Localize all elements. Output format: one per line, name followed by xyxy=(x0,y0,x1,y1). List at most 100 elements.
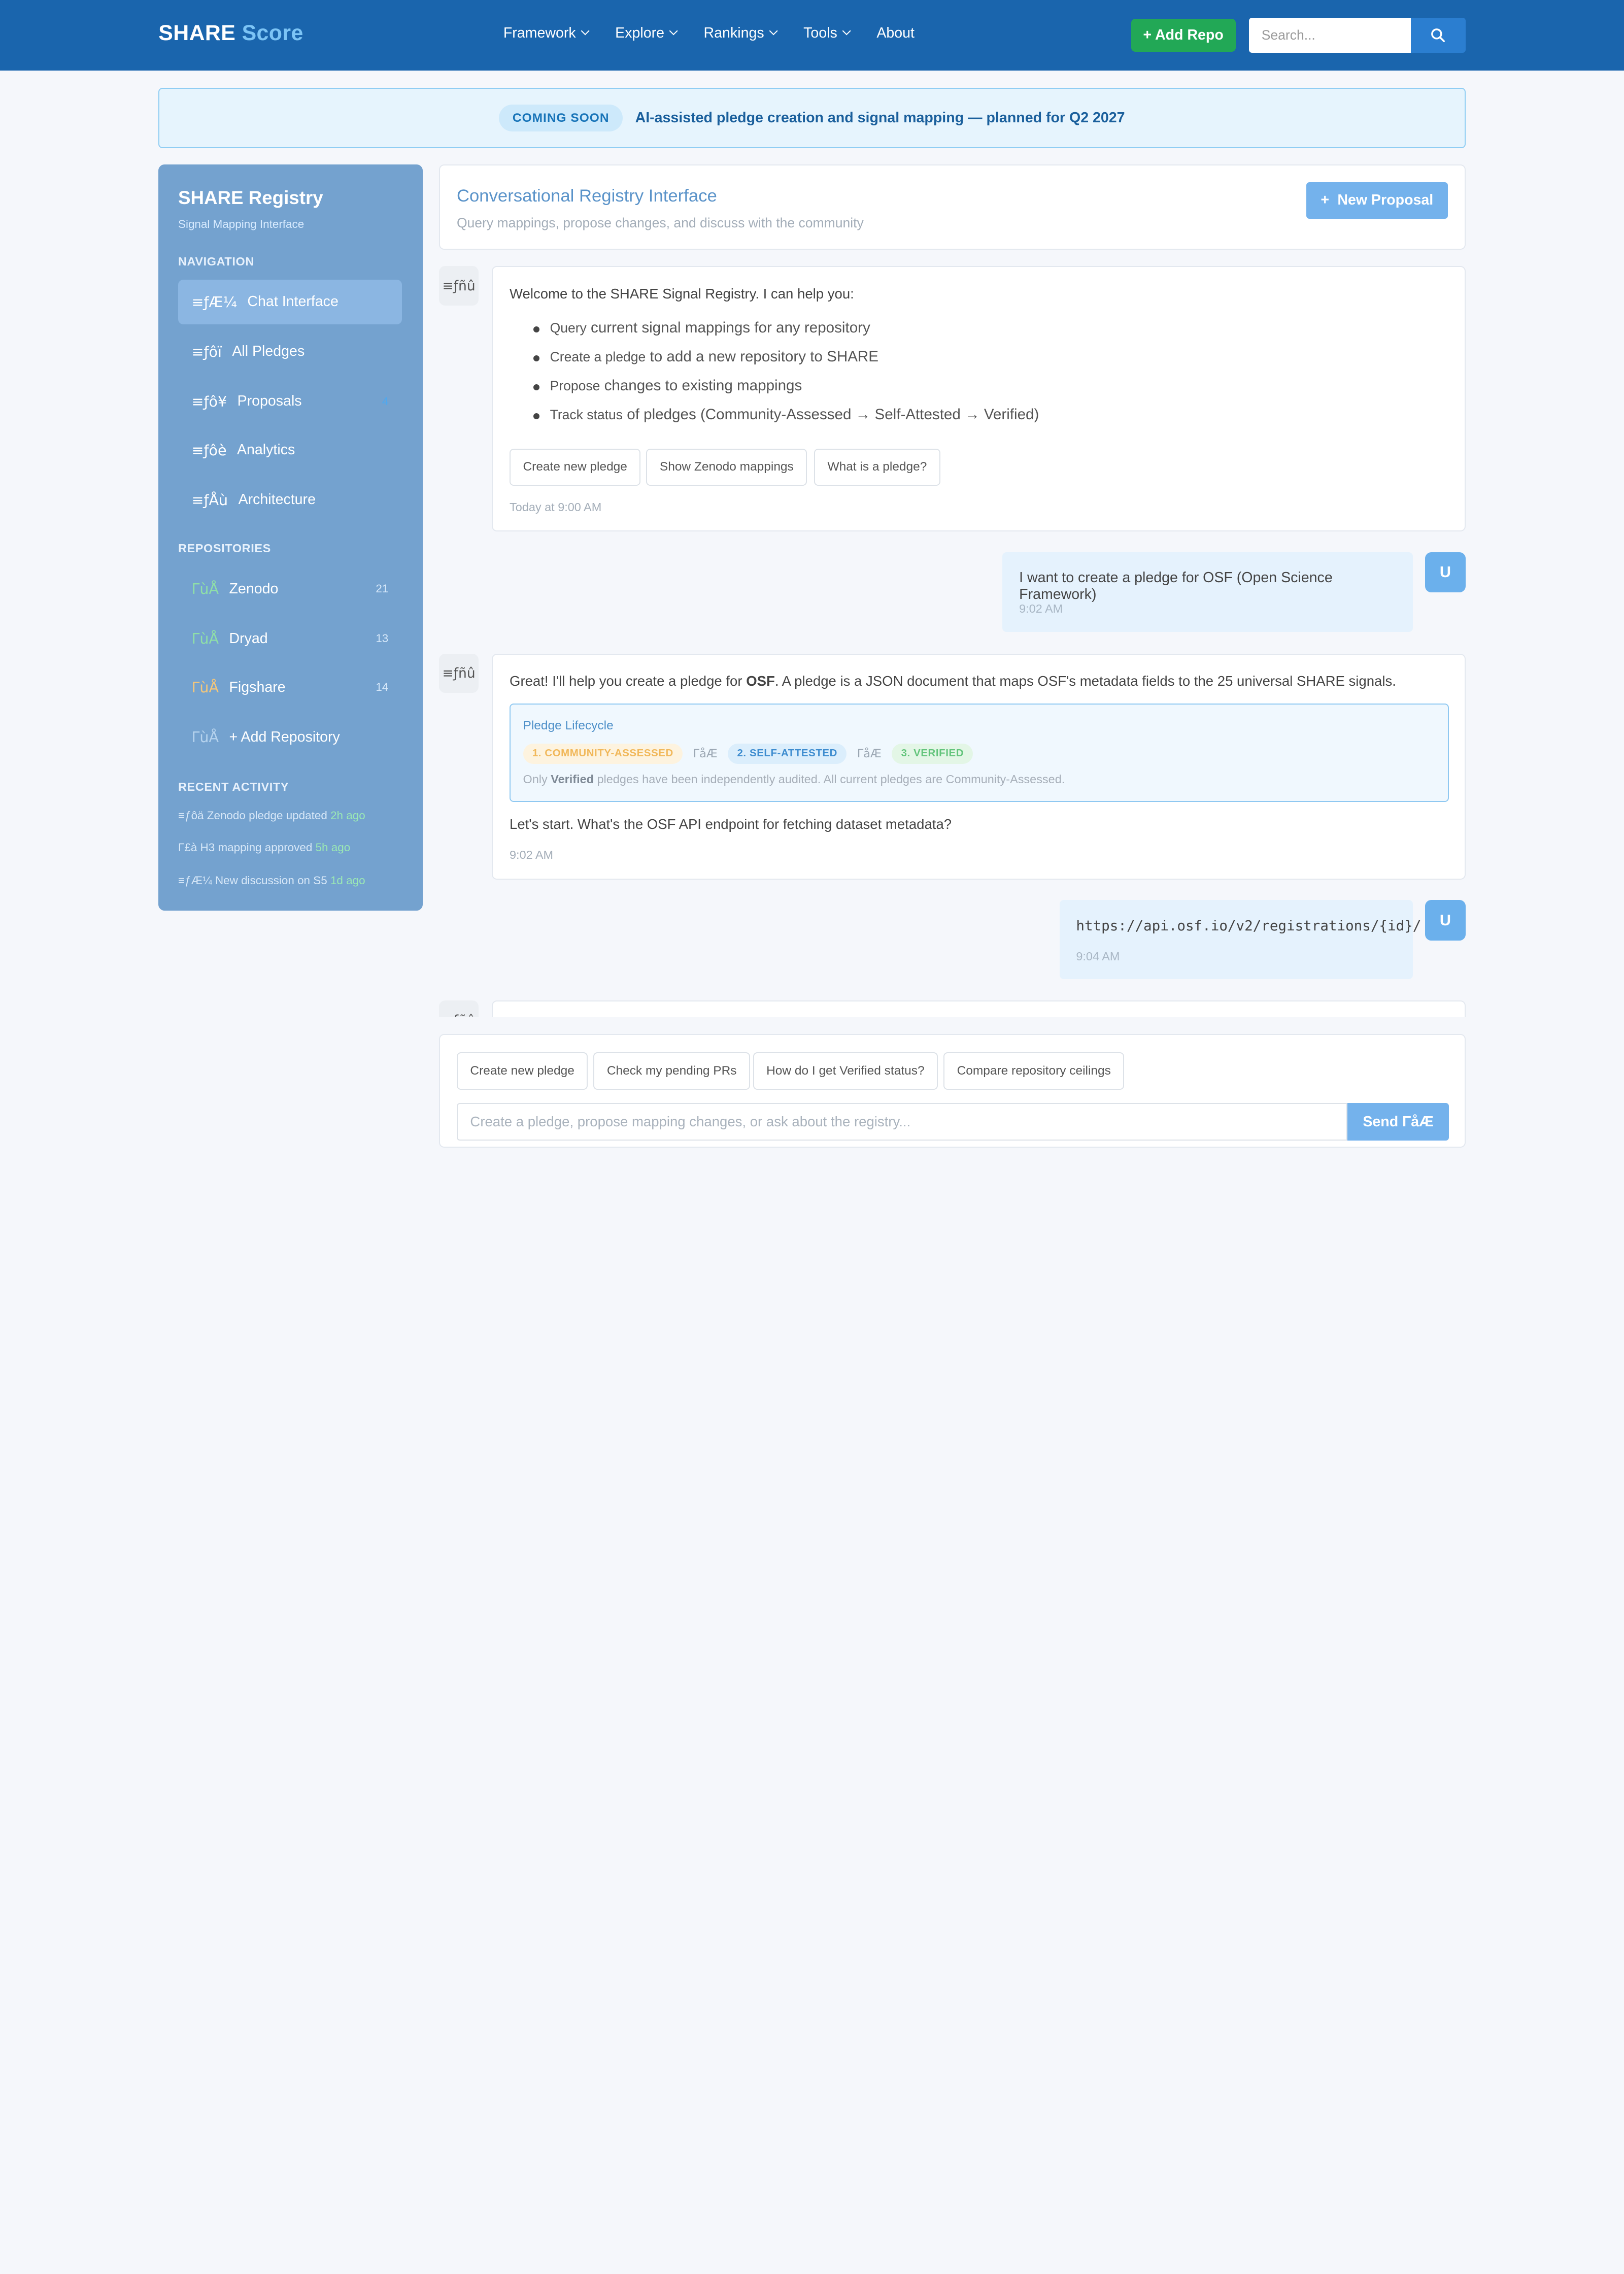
sidebar-item-label: Chat Interface xyxy=(247,293,339,310)
nav-rankings[interactable]: Rankings xyxy=(704,25,778,42)
sidebar-item-label: Proposals xyxy=(237,393,302,410)
lifecycle-note: Only Verified pledges have been independ… xyxy=(523,773,1065,786)
list-item: Propose changes to existing mappings xyxy=(533,377,1039,406)
message-preview: ≡ƒñû xyxy=(439,1000,479,1018)
repositories-heading: REPOSITORIES xyxy=(178,542,271,555)
sidebar-item-proposals[interactable]: ≡ƒô¥ Proposals 4 xyxy=(178,379,402,424)
search-button[interactable] xyxy=(1410,17,1466,53)
activity-item[interactable]: Γ£à H3 mapping approved 5h ago xyxy=(178,841,350,854)
sidebar-subtitle: Signal Mapping Interface xyxy=(178,217,304,230)
nav-label: Framework xyxy=(503,24,576,41)
nav-about[interactable]: About xyxy=(876,25,915,42)
brand-accent: Score xyxy=(242,20,303,45)
status-dot-icon: ΓùÅ xyxy=(191,580,219,598)
avatar: U xyxy=(1425,900,1466,941)
sidebar-item-label: All Pledges xyxy=(232,343,305,360)
page-subtitle: Query mappings, propose changes, and dis… xyxy=(456,215,864,231)
nav-label: Tools xyxy=(803,24,837,41)
quick-action-chip[interactable]: Create new pledge xyxy=(456,1052,588,1090)
suggestion-chip[interactable]: What is a pledge? xyxy=(814,448,940,486)
message-input[interactable] xyxy=(456,1103,1348,1141)
repo-label: Dryad xyxy=(229,630,268,647)
activity-item[interactable]: ≡ƒôä Zenodo pledge updated 2h ago xyxy=(178,809,365,822)
sidebar-item-label: Architecture xyxy=(238,491,316,508)
search-input[interactable] xyxy=(1249,17,1411,53)
status-dot-icon: ΓùÅ xyxy=(191,630,219,648)
status-dot-icon: ΓùÅ xyxy=(191,728,219,746)
sidebar-add-repository[interactable]: ΓùÅ + Add Repository xyxy=(178,715,402,759)
quick-action-chip[interactable]: Compare repository ceilings xyxy=(943,1052,1125,1090)
status-badge: 1. COMMUNITY-ASSESSED xyxy=(523,744,683,764)
activity-time: 1d ago xyxy=(330,874,365,887)
repo-label: + Add Repository xyxy=(229,728,340,745)
bot-message: Welcome to the SHARE Signal Registry. I … xyxy=(492,266,1466,531)
page-title: Conversational Registry Interface xyxy=(456,186,717,206)
plus-icon: + xyxy=(1321,192,1330,209)
status-badge: 2. SELF-ATTESTED xyxy=(728,744,847,764)
suggestion-chip[interactable]: Show Zenodo mappings xyxy=(646,448,807,486)
message-text: Welcome to the SHARE Signal Registry. I … xyxy=(510,286,854,302)
add-repo-button[interactable]: + Add Repo xyxy=(1131,18,1236,52)
sidebar-item-analytics[interactable]: ≡ƒôè Analytics xyxy=(178,428,402,473)
activity-text: ≡ƒôä Zenodo pledge updated xyxy=(178,809,327,822)
registry-sidebar: SHARE Registry Signal Mapping Interface … xyxy=(158,164,423,911)
capability-list: Query current signal mappings for any re… xyxy=(533,319,1039,436)
chevron-down-icon xyxy=(581,26,590,36)
chevron-down-icon xyxy=(769,26,778,36)
list-item: Query current signal mappings for any re… xyxy=(533,319,1039,348)
sidebar-item-architecture[interactable]: ≡ƒÅù Architecture xyxy=(178,478,402,522)
lifecycle-title: Pledge Lifecycle xyxy=(523,719,614,733)
message-text: I want to create a pledge for OSF (Open … xyxy=(1019,570,1333,603)
sidebar-repo-zenodo[interactable]: ΓùÅ Zenodo 21 xyxy=(178,566,402,611)
sidebar-repo-dryad[interactable]: ΓùÅ Dryad 13 xyxy=(178,616,402,661)
activity-item[interactable]: ≡ƒÆ¼ New discussion on S5 1d ago xyxy=(178,874,365,887)
arrow-icon: ΓåÆ xyxy=(857,747,882,760)
message-time: 9:02 AM xyxy=(1019,601,1063,615)
nav-label: Explore xyxy=(615,24,665,41)
sidebar-item-chat-interface[interactable]: ≡ƒÆ¼ Chat Interface xyxy=(178,280,402,324)
repo-label: Figshare xyxy=(229,679,286,695)
coming-soon-banner: COMING SOON AI-assisted pledge creation … xyxy=(158,88,1466,148)
robot-icon: ≡ƒñû xyxy=(439,653,479,693)
list-item: Track status of pledges (Community-Asses… xyxy=(533,406,1039,435)
sidebar-item-all-pledges[interactable]: ≡ƒôï All Pledges xyxy=(178,329,402,374)
bar-chart-icon: ≡ƒôè xyxy=(191,441,227,459)
chat-header: Conversational Registry Interface Query … xyxy=(439,164,1466,250)
quick-action-chip[interactable]: Check my pending PRs xyxy=(593,1052,750,1090)
banner-text: AI-assisted pledge creation and signal m… xyxy=(635,110,1125,126)
new-proposal-label: New Proposal xyxy=(1337,192,1434,209)
coming-soon-badge: COMING SOON xyxy=(499,105,623,131)
send-button[interactable]: Send ΓåÆ xyxy=(1347,1103,1449,1141)
brand-name: SHARE xyxy=(158,20,236,45)
activity-text: Γ£à H3 mapping approved xyxy=(178,841,313,854)
main-nav: Framework Explore Rankings Tools About xyxy=(503,25,915,42)
nav-heading: NAVIGATION xyxy=(178,255,254,269)
bot-message: Great! I'll help you create a pledge for… xyxy=(492,653,1466,880)
sidebar-item-label: Analytics xyxy=(236,442,295,458)
message-time: Today at 9:00 AM xyxy=(510,500,602,514)
sidebar-title: SHARE Registry xyxy=(178,187,323,209)
repo-count: 21 xyxy=(376,582,389,595)
quick-action-chip[interactable]: How do I get Verified status? xyxy=(753,1052,938,1090)
message-text: Let's start. What's the OSF API endpoint… xyxy=(510,816,952,832)
new-proposal-button[interactable]: + New Proposal xyxy=(1306,182,1448,219)
repo-count: 13 xyxy=(376,632,389,645)
sidebar-repo-figshare[interactable]: ΓùÅ Figshare 14 xyxy=(178,665,402,710)
nav-tools[interactable]: Tools xyxy=(803,24,851,42)
repo-label: Zenodo xyxy=(229,580,279,597)
suggestion-chip[interactable]: Create new pledge xyxy=(510,448,641,486)
message-composer: Create new pledge Check my pending PRs H… xyxy=(439,1033,1466,1148)
clipboard-icon: ≡ƒôï xyxy=(191,343,222,360)
activity-time: 2h ago xyxy=(330,809,365,822)
brand-logo[interactable]: SHARE Score xyxy=(158,21,303,46)
user-message: I want to create a pledge for OSF (Open … xyxy=(1002,552,1413,632)
nav-explore[interactable]: Explore xyxy=(615,24,679,42)
nav-framework[interactable]: Framework xyxy=(503,24,590,42)
activity-text: ≡ƒÆ¼ New discussion on S5 xyxy=(178,874,327,887)
robot-icon: ≡ƒñû xyxy=(439,1000,479,1018)
top-navbar: SHARE Score Framework Explore Rankings T… xyxy=(0,0,1624,71)
repo-count: 14 xyxy=(376,681,389,694)
robot-icon: ≡ƒñû xyxy=(439,266,479,306)
proposals-count-badge: 4 xyxy=(382,394,389,408)
arrow-icon: ΓåÆ xyxy=(693,747,718,760)
